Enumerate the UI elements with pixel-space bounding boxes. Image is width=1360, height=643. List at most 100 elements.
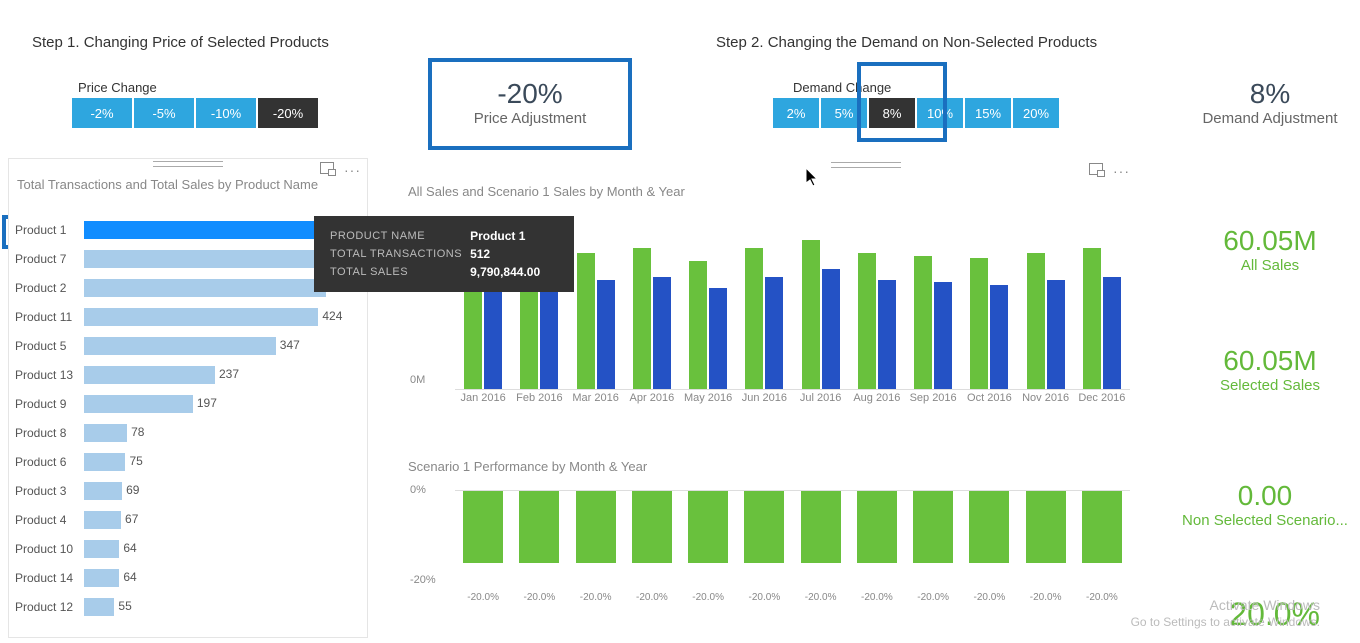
demand-option[interactable]: 8% xyxy=(869,98,915,128)
perf-value-label: -20.0% xyxy=(805,592,837,603)
perf-bar[interactable] xyxy=(576,491,616,563)
bar-all-sales[interactable] xyxy=(802,240,820,389)
product-bar[interactable] xyxy=(84,453,125,471)
product-row[interactable]: Product 11424 xyxy=(9,302,367,331)
bar-all-sales[interactable] xyxy=(745,248,763,389)
bar-all-sales[interactable] xyxy=(1027,253,1045,389)
demand-change-slicer[interactable]: 2%5%8%10%15%20% xyxy=(773,98,1059,128)
bar-scenario1-sales[interactable] xyxy=(709,288,727,389)
product-name: Product 5 xyxy=(9,339,84,353)
bar-all-sales[interactable] xyxy=(633,248,651,389)
product-bar[interactable] xyxy=(84,424,127,442)
perf-bar[interactable] xyxy=(519,491,559,563)
product-bar[interactable] xyxy=(84,482,122,500)
product-row[interactable]: Product 1464 xyxy=(9,563,367,592)
more-options-icon[interactable]: ··· xyxy=(344,162,361,178)
perf-bar[interactable] xyxy=(632,491,672,563)
perf-bar[interactable] xyxy=(969,491,1009,563)
perf-bar[interactable] xyxy=(1082,491,1122,563)
product-row[interactable]: Product 1255 xyxy=(9,592,367,621)
product-row[interactable]: Product 369 xyxy=(9,476,367,505)
bar-scenario1-sales[interactable] xyxy=(653,277,671,389)
product-row[interactable]: Product 9197 xyxy=(9,389,367,418)
product-name: Product 2 xyxy=(9,281,84,295)
product-bar[interactable] xyxy=(84,598,114,616)
product-name: Product 6 xyxy=(9,455,84,469)
bar-scenario1-sales[interactable] xyxy=(484,282,502,389)
product-row[interactable]: Product 467 xyxy=(9,505,367,534)
demand-option[interactable]: 15% xyxy=(965,98,1011,128)
bar-scenario1-sales[interactable] xyxy=(934,282,952,389)
product-bar[interactable] xyxy=(84,569,119,587)
product-bar[interactable] xyxy=(84,337,276,355)
perf-bar[interactable] xyxy=(913,491,953,563)
demand-option[interactable]: 20% xyxy=(1013,98,1059,128)
product-row[interactable]: Product 13237 xyxy=(9,360,367,389)
month-label: Sep 2016 xyxy=(908,392,958,404)
product-value: 67 xyxy=(125,512,138,526)
sales-by-month-panel[interactable]: ··· All Sales and Scenario 1 Sales by Mo… xyxy=(400,160,1140,203)
performance-column-chart[interactable]: 0% -20% -20.0%-20.0%-20.0%-20.0%-20.0%-2… xyxy=(400,480,1140,620)
product-bar[interactable] xyxy=(84,366,215,384)
performance-panel[interactable]: Scenario 1 Performance by Month & Year xyxy=(400,455,1140,478)
product-bar[interactable] xyxy=(84,511,121,529)
bar-scenario1-sales[interactable] xyxy=(1103,277,1121,389)
drag-handle-icon[interactable] xyxy=(153,161,223,167)
perf-bar[interactable] xyxy=(744,491,784,563)
bar-all-sales[interactable] xyxy=(689,261,707,389)
price-option[interactable]: -20% xyxy=(258,98,318,128)
bar-all-sales[interactable] xyxy=(858,253,876,389)
price-option[interactable]: -10% xyxy=(196,98,256,128)
perf-bar[interactable] xyxy=(688,491,728,563)
product-bar[interactable] xyxy=(84,250,344,268)
step1-label: Step 1. Changing Price of Selected Produ… xyxy=(32,34,329,51)
bar-scenario1-sales[interactable] xyxy=(597,280,615,389)
perf-bar[interactable] xyxy=(801,491,841,563)
product-bar[interactable] xyxy=(84,540,119,558)
sales-y-zero: 0M xyxy=(410,374,425,386)
perf-bar[interactable] xyxy=(857,491,897,563)
bar-scenario1-sales[interactable] xyxy=(765,277,783,389)
perf-value-label: -20.0% xyxy=(1086,592,1118,603)
tooltip-key-sales: TOTAL SALES xyxy=(330,264,468,280)
demand-option[interactable]: 5% xyxy=(821,98,867,128)
focus-mode-icon[interactable] xyxy=(320,162,334,174)
tooltip-product1: PRODUCT NAMEProduct 1 TOTAL TRANSACTIONS… xyxy=(314,216,574,292)
price-change-slicer[interactable]: -2%-5%-10%-20% xyxy=(72,98,318,128)
product-row[interactable]: Product 1064 xyxy=(9,534,367,563)
product-row[interactable]: Product 5347 xyxy=(9,331,367,360)
more-options-icon[interactable]: ··· xyxy=(1113,163,1130,179)
perf-bar[interactable] xyxy=(1026,491,1066,563)
drag-handle-icon[interactable] xyxy=(831,162,901,168)
product-row[interactable]: Product 878 xyxy=(9,418,367,447)
product-name: Product 9 xyxy=(9,397,84,411)
bar-scenario1-sales[interactable] xyxy=(1047,280,1065,389)
bar-all-sales[interactable] xyxy=(970,258,988,389)
perf-value-label: -20.0% xyxy=(692,592,724,603)
price-option[interactable]: -2% xyxy=(72,98,132,128)
month-label: Jan 2016 xyxy=(458,392,508,404)
bar-scenario1-sales[interactable] xyxy=(878,280,896,389)
price-option[interactable]: -5% xyxy=(134,98,194,128)
perf-bar[interactable] xyxy=(463,491,503,563)
product-bar[interactable] xyxy=(84,395,193,413)
kpi-all-sales-label: All Sales xyxy=(1175,257,1360,274)
kpi-selected-sales-value: 60.05M xyxy=(1175,345,1360,377)
bar-all-sales[interactable] xyxy=(1083,248,1101,389)
bar-scenario1-sales[interactable] xyxy=(822,269,840,389)
product-bar[interactable] xyxy=(84,279,326,297)
demand-option[interactable]: 2% xyxy=(773,98,819,128)
product-row[interactable]: Product 6 75 xyxy=(9,447,367,476)
kpi-demand-adjustment: 8% Demand Adjustment xyxy=(1185,78,1355,127)
focus-mode-icon[interactable] xyxy=(1089,163,1103,175)
month-label: Dec 2016 xyxy=(1077,392,1127,404)
product-bar[interactable] xyxy=(84,308,318,326)
bar-scenario1-sales[interactable] xyxy=(990,285,1008,389)
demand-option[interactable]: 10% xyxy=(917,98,963,128)
bar-scenario1-sales[interactable] xyxy=(540,290,558,389)
bar-all-sales[interactable] xyxy=(914,256,932,389)
product-value: 75 xyxy=(129,454,142,468)
kpi-demand-value: 8% xyxy=(1185,78,1355,110)
product-panel-title: Total Transactions and Total Sales by Pr… xyxy=(9,173,367,196)
bar-all-sales[interactable] xyxy=(577,253,595,389)
